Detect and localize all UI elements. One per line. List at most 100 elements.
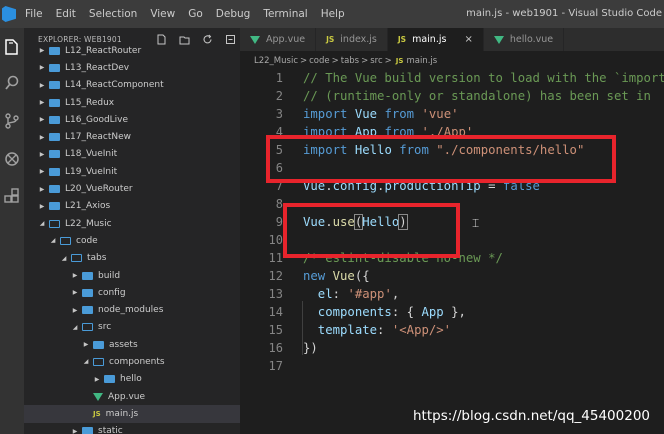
explorer-icon[interactable] xyxy=(3,38,21,56)
tree-item[interactable]: ▶ L14_ReactComponent xyxy=(24,77,240,94)
tree-item-label: L12_ReactRouter xyxy=(65,45,142,56)
chevron-right-icon: ▶ xyxy=(39,168,45,176)
folder-open-icon xyxy=(82,323,93,332)
line-number: 11 xyxy=(268,251,283,265)
file-tree: ▶ L12_ReactRouter ▶ L13_ReactDev ▶ L14_ReactC… xyxy=(24,42,240,434)
tab-label: hello.vue xyxy=(509,34,554,45)
code-token: }, xyxy=(443,305,466,319)
code-text: template: '<App/>' xyxy=(303,323,451,337)
tree-item[interactable]: ▶ L19_VueInit xyxy=(24,163,240,180)
extensions-icon[interactable] xyxy=(3,188,21,206)
search-icon[interactable] xyxy=(3,74,21,92)
code-token: }) xyxy=(303,341,318,355)
tree-item-label: L18_VueInit xyxy=(65,149,118,160)
menu-debug[interactable]: Debug xyxy=(216,8,251,20)
breadcrumb-separator: > xyxy=(384,56,392,66)
chevron-right-icon: ▶ xyxy=(72,306,78,314)
menu-help[interactable]: Help xyxy=(321,8,345,20)
tree-item[interactable]: App.vue xyxy=(24,388,240,405)
menu-terminal[interactable]: Terminal xyxy=(263,8,307,20)
chevron-right-icon: ▶ xyxy=(39,47,45,55)
code-token: , xyxy=(391,287,400,301)
folder-icon xyxy=(49,133,60,142)
tree-item[interactable]: ▶ static xyxy=(24,423,240,434)
tree-item[interactable]: ▶ L15_Redux xyxy=(24,94,240,111)
tree-item[interactable]: JS main.js xyxy=(24,405,240,423)
close-icon[interactable]: × xyxy=(464,34,472,45)
breadcrumb-item[interactable]: main.js xyxy=(406,56,437,66)
tree-item-label: main.js xyxy=(105,408,139,419)
code-text: el: '#app', xyxy=(303,287,399,301)
tree-item[interactable]: ▶ L21_Axios xyxy=(24,198,240,215)
code-token: '<App/>' xyxy=(391,323,452,337)
code-token: ({ xyxy=(354,269,370,283)
tree-item-label: static xyxy=(98,426,123,434)
menu-file[interactable]: File xyxy=(25,8,43,20)
code-token: '#app' xyxy=(347,287,392,301)
tab-main-js[interactable]: JS main.js × xyxy=(387,28,484,51)
code-line: 17 xyxy=(240,357,664,375)
tree-item[interactable]: ▶ hello xyxy=(24,371,240,388)
breadcrumb-item[interactable]: code xyxy=(309,56,330,66)
tree-item[interactable]: ▶ L18_VueInit xyxy=(24,146,240,163)
folder-icon xyxy=(49,202,60,211)
menu-selection[interactable]: Selection xyxy=(89,8,137,20)
tree-item[interactable]: ▶ L17_ReactNew xyxy=(24,128,240,145)
tree-item-label: L16_GoodLive xyxy=(65,114,129,125)
tab-index-js[interactable]: JS index.js xyxy=(316,28,388,51)
watermark: https://blog.csdn.net/qq_45400200 xyxy=(412,408,650,424)
code-token: : xyxy=(332,287,348,301)
tab-label: index.js xyxy=(340,34,377,45)
tree-item[interactable]: ▶ assets xyxy=(24,336,240,353)
code-token: el xyxy=(303,287,333,301)
vue-file-icon xyxy=(93,392,103,401)
tree-item[interactable]: ◢ components xyxy=(24,353,240,370)
breadcrumb-item[interactable]: tabs xyxy=(341,56,359,66)
code-line: 12 new Vue({ xyxy=(240,267,664,285)
folder-icon xyxy=(82,288,93,297)
tree-item[interactable]: ◢ L22_Music xyxy=(24,215,240,232)
tree-item-label: L22_Music xyxy=(65,218,112,229)
menu-view[interactable]: View xyxy=(150,8,175,20)
folder-open-icon xyxy=(93,357,104,366)
code-token: : xyxy=(377,323,392,337)
folder-open-icon xyxy=(71,254,82,263)
tree-item[interactable]: ▶ L12_ReactRouter xyxy=(24,42,240,59)
tree-item-label: L19_VueInit xyxy=(65,166,118,177)
tree-item[interactable]: ▶ node_modules xyxy=(24,301,240,318)
code-token: App xyxy=(421,305,444,319)
code-text: import Vue from 'vue' xyxy=(303,107,459,121)
tree-item[interactable]: ▶ build xyxy=(24,267,240,284)
tree-item-label: components xyxy=(109,356,165,367)
tree-item[interactable]: ◢ src xyxy=(24,319,240,336)
folder-icon xyxy=(49,81,60,90)
menu-bar: File Edit Selection View Go Debug Termin… xyxy=(25,8,358,20)
code-text: // The Vue build version to load with th… xyxy=(303,71,664,85)
tree-item[interactable]: ▶ L16_GoodLive xyxy=(24,111,240,128)
tab-hello-vue[interactable]: hello.vue xyxy=(483,28,565,51)
menu-go[interactable]: Go xyxy=(188,8,203,20)
tab-app-vue[interactable]: App.vue xyxy=(240,28,317,51)
debug-icon[interactable] xyxy=(3,150,21,168)
tree-item[interactable]: ◢ code xyxy=(24,232,240,249)
tree-item[interactable]: ▶ L13_ReactDev xyxy=(24,59,240,76)
line-number: 16 xyxy=(268,341,283,355)
tree-item[interactable]: ▶ config xyxy=(24,284,240,301)
tree-item-label: L14_ReactComponent xyxy=(65,80,164,91)
menu-edit[interactable]: Edit xyxy=(56,8,76,20)
folder-open-icon xyxy=(60,236,71,245)
breadcrumb-separator: > xyxy=(331,56,339,66)
highlight-box-import-hello xyxy=(266,135,616,183)
code-line: 3 import Vue from 'vue' xyxy=(240,105,664,123)
code-token: // (runtime-only or standalone) has been… xyxy=(303,89,651,103)
folder-icon xyxy=(93,340,104,349)
source-control-icon[interactable] xyxy=(3,112,21,130)
breadcrumb-item[interactable]: src xyxy=(370,56,382,66)
window-title: main.js - web1901 - Visual Studio Code xyxy=(466,8,662,19)
tree-item[interactable]: ▶ L20_VueRouter xyxy=(24,180,240,197)
vue-file-icon xyxy=(493,35,504,44)
tree-item-label: L17_ReactNew xyxy=(65,132,131,143)
breadcrumb-item[interactable]: L22_Music xyxy=(254,56,298,66)
tree-item[interactable]: ◢ tabs xyxy=(24,250,240,267)
